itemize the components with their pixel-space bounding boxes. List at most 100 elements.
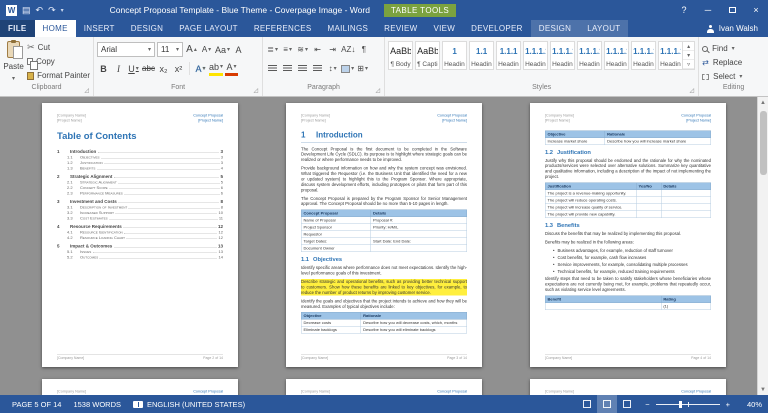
font-color-button[interactable]: A ▾ xyxy=(225,61,239,76)
font-size-select[interactable]: 11 ▾ xyxy=(157,42,183,57)
justify-button[interactable] xyxy=(311,61,324,76)
vertical-scrollbar[interactable]: ▲ ▼ xyxy=(757,97,768,395)
toc-entry[interactable]: 5.2 Outcomes 14 xyxy=(57,255,223,260)
replace-button[interactable]: ⇄ Replace xyxy=(702,56,742,69)
zoom-percentage[interactable]: 40% xyxy=(738,400,762,409)
scroll-down-icon[interactable]: ▼ xyxy=(758,384,768,395)
toc-entry[interactable]: 1 Introduction 3 xyxy=(57,149,223,154)
multilevel-list-button[interactable]: ≋ ▾ xyxy=(296,42,309,57)
clipboard-dialog-launcher[interactable]: ◿ xyxy=(84,87,89,94)
justification-table[interactable]: Justification Yes/No Details The project… xyxy=(545,182,711,218)
ribbon-tab[interactable]: DESIGN xyxy=(530,20,580,37)
zoom-out-button[interactable]: − xyxy=(645,400,649,409)
table-row[interactable]: Project Sponsor Priority: H/M/L xyxy=(301,223,467,232)
scrollbar-thumb[interactable] xyxy=(760,111,767,175)
page-strategic-alignment[interactable]: [Company Name][Project Name] Concept Pro… xyxy=(286,379,482,395)
borders-button[interactable]: ⊞ ▾ xyxy=(356,61,369,76)
zoom-slider-thumb[interactable] xyxy=(678,400,682,408)
style-item[interactable]: 1.1.1.1.1.1.1.1.1 Heading 9 xyxy=(658,41,684,70)
styles-dialog-launcher[interactable]: ◿ xyxy=(689,87,694,94)
table-row[interactable]: The project is a revenue-making opportun… xyxy=(545,189,711,197)
align-right-button[interactable] xyxy=(296,61,309,76)
table-row[interactable]: The project will increase quality of ser… xyxy=(545,203,711,211)
toc-entry[interactable]: 3 Investment and Costs 8 xyxy=(57,199,223,204)
paste-button[interactable]: Paste ▾ xyxy=(3,39,24,83)
shading-button[interactable]: ▾ xyxy=(341,61,354,76)
page-benefit-continued[interactable]: [Company Name][Project Name] Concept Pro… xyxy=(42,379,238,395)
zoom-in-button[interactable]: + xyxy=(726,400,730,409)
toc-entry[interactable]: 2.2 Concept Scope 6 xyxy=(57,185,223,190)
table-row[interactable]: Name of Proposal Proposal #: xyxy=(301,216,467,225)
benefit-rating-table[interactable]: Benefit Rating (1) xyxy=(545,295,711,310)
toc-entry[interactable]: 5.1 Issues 13 xyxy=(57,249,223,254)
table-row[interactable]: Requestor xyxy=(301,230,467,239)
italic-button[interactable]: I xyxy=(112,61,125,76)
ribbon-tab[interactable]: REVIEW xyxy=(376,20,425,37)
toc-entry[interactable]: 2.3 Performance Measures 6 xyxy=(57,191,223,196)
find-button[interactable]: Find ▾ xyxy=(702,42,742,55)
ribbon-tab[interactable]: PAGE LAYOUT xyxy=(171,20,246,37)
redo-icon[interactable]: ↷ xyxy=(48,5,56,15)
page-indicator[interactable]: PAGE 5 OF 14 xyxy=(6,400,67,409)
strikethrough-button[interactable]: abc xyxy=(142,61,155,76)
ribbon-tab[interactable]: HOME xyxy=(34,20,76,37)
objectives-table-continued[interactable]: Objective Rationale Increase market shar… xyxy=(545,130,711,145)
show-formatting-marks-button[interactable]: ¶ xyxy=(357,42,370,57)
objectives-table[interactable]: Objective Rationale Decrease costs Descri… xyxy=(301,312,467,334)
format-painter-button[interactable]: Format Painter xyxy=(27,69,90,82)
cut-button[interactable]: ✂ Cut xyxy=(27,41,90,54)
toc-entry[interactable]: 1.3 Benefits 4 xyxy=(57,166,223,171)
line-spacing-button[interactable]: ↕ ▾ xyxy=(326,61,339,76)
toc-entry[interactable]: 2 Strategic Alignment 5 xyxy=(57,174,223,179)
table-row[interactable]: Increase market share Describe how you wi… xyxy=(545,137,711,145)
table-row[interactable]: Target Dates: Start Date: End Date: xyxy=(301,237,467,246)
style-item[interactable]: AaBbCcI ¶ Caption xyxy=(415,41,441,70)
increase-indent-button[interactable]: ⇥ xyxy=(326,42,339,57)
web-layout-button[interactable] xyxy=(617,395,637,413)
text-effects-button[interactable]: A ▾ xyxy=(194,61,207,76)
print-layout-button[interactable] xyxy=(597,395,618,413)
page-justification-benefits[interactable]: [Company Name] [Project Name] Concept Pro… xyxy=(530,103,726,367)
scroll-up-icon[interactable]: ▲ xyxy=(758,97,768,108)
undo-icon[interactable]: ↶ xyxy=(36,5,44,15)
ribbon-tab[interactable]: DESIGN xyxy=(123,20,171,37)
style-item[interactable]: AaBbCcI ¶ Body xyxy=(388,41,414,70)
toc-entry[interactable]: 4.1 Resource Identification 12 xyxy=(57,230,223,235)
toc-entry[interactable]: 3.3 Cost Estimates 11 xyxy=(57,216,223,221)
bold-button[interactable]: B xyxy=(97,61,110,76)
decrease-indent-button[interactable]: ⇤ xyxy=(311,42,324,57)
table-row[interactable]: The project will reduce operating costs. xyxy=(545,196,711,204)
style-item[interactable]: 1.1 Heading 2 xyxy=(469,41,495,70)
style-item[interactable]: 1.1.1.1.1.1 Heading 6 xyxy=(577,41,603,70)
toc-entry[interactable]: 1.2 Justification 3 xyxy=(57,160,223,165)
sort-button[interactable]: AZ↓ xyxy=(341,42,355,57)
grow-font-button[interactable]: A ▴ xyxy=(185,42,198,57)
proofing-status[interactable]: ENGLISH (UNITED STATES) xyxy=(127,400,251,409)
shrink-font-button[interactable]: A ▾ xyxy=(200,42,213,57)
underline-button[interactable]: U ▾ xyxy=(127,61,140,76)
toc-entry[interactable]: 4 Resource Requirements 12 xyxy=(57,224,223,229)
close-button[interactable]: × xyxy=(744,0,768,20)
page-introduction[interactable]: [Company Name] [Project Name] Concept Pro… xyxy=(286,103,482,367)
select-button[interactable]: Select ▾ xyxy=(702,70,742,83)
restore-button[interactable] xyxy=(720,0,744,20)
ribbon-tab[interactable]: LAYOUT xyxy=(579,20,629,37)
table-row[interactable]: Decrease costs Describe how you will decr… xyxy=(301,319,467,327)
numbering-button[interactable]: ≡ ▾ xyxy=(281,42,294,57)
page-toc[interactable]: [Company Name] [Project Name] Concept Pro… xyxy=(42,103,238,367)
ribbon-tab[interactable]: MAILINGS xyxy=(320,20,377,37)
ribbon-tab[interactable]: REFERENCES xyxy=(246,20,320,37)
clear-formatting-button[interactable]: A xyxy=(232,42,245,57)
customize-qat-chevron-icon[interactable]: ▾ xyxy=(61,7,64,14)
account-chip[interactable]: Ivan Walsh xyxy=(697,20,768,37)
table-row[interactable]: Eliminate backlogs Describe how you will … xyxy=(301,326,467,334)
highlight-color-button[interactable]: ab ▾ xyxy=(209,61,224,76)
save-icon[interactable]: ▤ xyxy=(22,5,31,15)
style-item[interactable]: 1.1.1.1 Heading 4 xyxy=(523,41,549,70)
font-name-select[interactable]: Arial ▾ xyxy=(97,42,155,57)
toc-entry[interactable]: 5 Impact & Outcomes 13 xyxy=(57,243,223,248)
bullets-button[interactable]: ≣ ▾ xyxy=(266,42,279,57)
ribbon-tab[interactable]: INSERT xyxy=(76,20,123,37)
table-row[interactable]: The project will provide new capability. xyxy=(545,210,711,218)
style-item[interactable]: 1.1.1 Heading 3 xyxy=(496,41,522,70)
